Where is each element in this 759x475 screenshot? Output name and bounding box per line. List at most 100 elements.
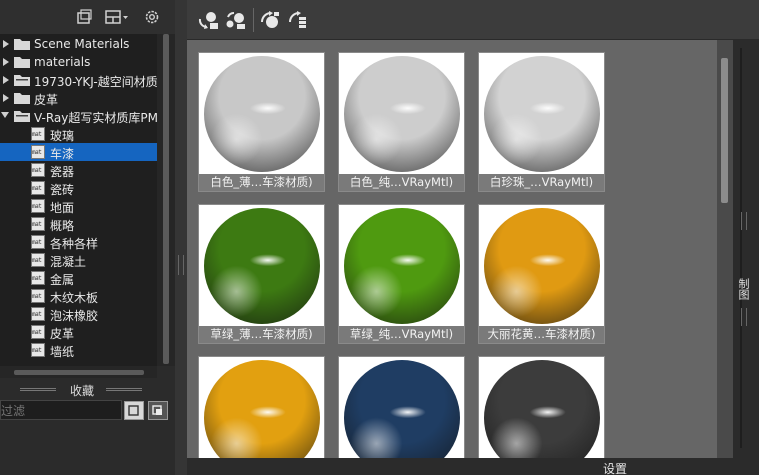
filter-option-button[interactable] — [124, 401, 144, 420]
tree-item[interactable]: V-Ray超写实材质库PM — [0, 107, 157, 125]
material-sphere-refresh-icon[interactable] — [197, 10, 219, 33]
layout-icon[interactable] — [104, 8, 130, 26]
tree-vertical-scrollbar[interactable] — [157, 34, 175, 366]
expand-right-icon[interactable] — [3, 94, 9, 102]
window-icon[interactable] — [75, 8, 93, 26]
material-preview-sphere — [204, 360, 320, 458]
material-preview-sphere — [344, 56, 460, 172]
library-panel: Scene Materials materials 19730-YKJ-越空间材质皮… — [0, 0, 175, 475]
tree-item[interactable]: 皮革 — [0, 323, 157, 341]
material-library-icon — [31, 199, 45, 213]
material-library-icon — [31, 163, 45, 177]
material-library-icon — [31, 271, 45, 285]
material-to-scene-icon[interactable] — [259, 10, 281, 33]
tree-item-label: 瓷砖 — [50, 183, 75, 197]
material-preview-sphere — [344, 208, 460, 324]
material-card[interactable] — [478, 356, 605, 458]
material-browser: Scene Materials materials 19730-YKJ-越空间材质皮… — [0, 0, 759, 475]
tree-item-label: 瓷器 — [50, 165, 75, 179]
tree-item[interactable]: materials — [0, 53, 157, 71]
material-library-icon — [31, 325, 45, 339]
expand-down-icon[interactable] — [1, 112, 9, 118]
material-library-icon — [31, 127, 45, 141]
tree-item[interactable]: 混凝土 — [0, 251, 157, 269]
tree-item[interactable]: 概略 — [0, 215, 157, 233]
favorites-header[interactable]: 收藏 — [0, 380, 175, 398]
material-card[interactable] — [338, 356, 465, 458]
favorites-label: 收藏 — [70, 384, 95, 398]
tree-item-label: 皮革 — [34, 93, 59, 107]
material-library-icon — [31, 145, 45, 159]
tree-horizontal-scrollbar[interactable] — [0, 366, 157, 378]
tree-item[interactable]: 各种各样 — [0, 233, 157, 251]
material-preview-sphere — [204, 208, 320, 324]
expand-right-icon[interactable] — [3, 58, 9, 66]
expand-right-icon[interactable] — [3, 76, 9, 84]
library-toolbar — [0, 0, 175, 34]
tree-item-label: V-Ray超写实材质库PM — [34, 111, 157, 125]
material-card[interactable]: 草绿_薄…车漆材质) — [198, 204, 325, 344]
grip-icon — [20, 388, 56, 391]
tree-item-label: 皮革 — [50, 327, 75, 341]
material-library-icon — [31, 217, 45, 231]
grip-icon — [106, 388, 142, 391]
settings-icon[interactable] — [143, 8, 161, 26]
filter-input[interactable] — [0, 400, 122, 420]
material-library-icon — [31, 307, 45, 321]
tree-item-label: materials — [34, 55, 91, 69]
right-dock: 制图 — [733, 40, 759, 458]
settings-label[interactable]: 设置 — [603, 460, 627, 475]
material-toolbar — [187, 0, 759, 40]
material-caption: 草绿_薄…车漆材质) — [199, 326, 324, 343]
material-card[interactable]: 白珍珠_…VRayMtl) — [478, 52, 605, 192]
material-tree-icon[interactable] — [287, 10, 309, 33]
tree-item[interactable]: 木纹木板 — [0, 287, 157, 305]
material-grid[interactable]: 白色_薄…车漆材质) 白色_纯…VRayMtl) 白珍珠_…VRayMtl) 草绿_薄… — [187, 40, 717, 458]
tree-item[interactable]: 地面 — [0, 197, 157, 215]
tree-item-label: 19730-YKJ-越空间材质 — [34, 75, 157, 89]
folder-icon — [14, 74, 30, 86]
tree-item-label: 泡沫橡胶 — [50, 309, 99, 323]
tree-item[interactable]: 泡沫橡胶 — [0, 305, 157, 323]
grip-icon — [741, 308, 747, 326]
material-card[interactable]: 白色_纯…VRayMtl) — [338, 52, 465, 192]
tree-item[interactable]: 19730-YKJ-越空间材质 — [0, 71, 157, 89]
tree-item[interactable]: 墙纸 — [0, 341, 157, 359]
material-sphere-link-icon[interactable] — [225, 10, 247, 33]
material-library-icon — [31, 253, 45, 267]
tree-item[interactable]: 瓷砖 — [0, 179, 157, 197]
tree-item[interactable]: 金属 — [0, 269, 157, 287]
tree-item-label: 金属 — [50, 273, 75, 287]
dock-label[interactable]: 制图 — [737, 278, 751, 300]
material-library-icon — [31, 343, 45, 357]
tree-item[interactable]: 车漆 — [0, 143, 157, 161]
status-bar: 设置 — [187, 458, 759, 475]
tree-item-label: 墙纸 — [50, 345, 75, 359]
tree-item[interactable]: 瓷器 — [0, 161, 157, 179]
folder-icon — [14, 56, 30, 68]
material-caption: 白色_薄…车漆材质) — [199, 174, 324, 191]
grip-icon — [741, 212, 747, 230]
material-card[interactable]: 大丽花黄…车漆材质) — [478, 204, 605, 344]
material-caption: 白色_纯…VRayMtl) — [339, 174, 464, 191]
tree-item[interactable]: 皮革 — [0, 89, 157, 107]
filter-clear-button[interactable] — [148, 401, 168, 420]
material-preview-sphere — [204, 56, 320, 172]
material-caption: 草绿_纯…VRayMtl) — [339, 326, 464, 343]
material-preview-sphere — [484, 56, 600, 172]
tree-item-label: 概略 — [50, 219, 75, 233]
tree-item-label: 木纹木板 — [50, 291, 99, 305]
grid-vertical-scrollbar[interactable] — [717, 40, 733, 458]
material-card[interactable] — [198, 356, 325, 458]
folder-icon — [14, 38, 30, 50]
material-card[interactable]: 草绿_纯…VRayMtl) — [338, 204, 465, 344]
expand-right-icon[interactable] — [3, 40, 9, 48]
tree-item[interactable]: Scene Materials — [0, 35, 157, 53]
library-footer — [0, 421, 175, 475]
tree-item[interactable]: 玻璃 — [0, 125, 157, 143]
library-tree[interactable]: Scene Materials materials 19730-YKJ-越空间材质皮… — [0, 34, 157, 366]
material-preview-sphere — [344, 360, 460, 458]
tree-item-label: 各种各样 — [50, 237, 99, 251]
panel-splitter[interactable] — [175, 0, 187, 475]
material-card[interactable]: 白色_薄…车漆材质) — [198, 52, 325, 192]
